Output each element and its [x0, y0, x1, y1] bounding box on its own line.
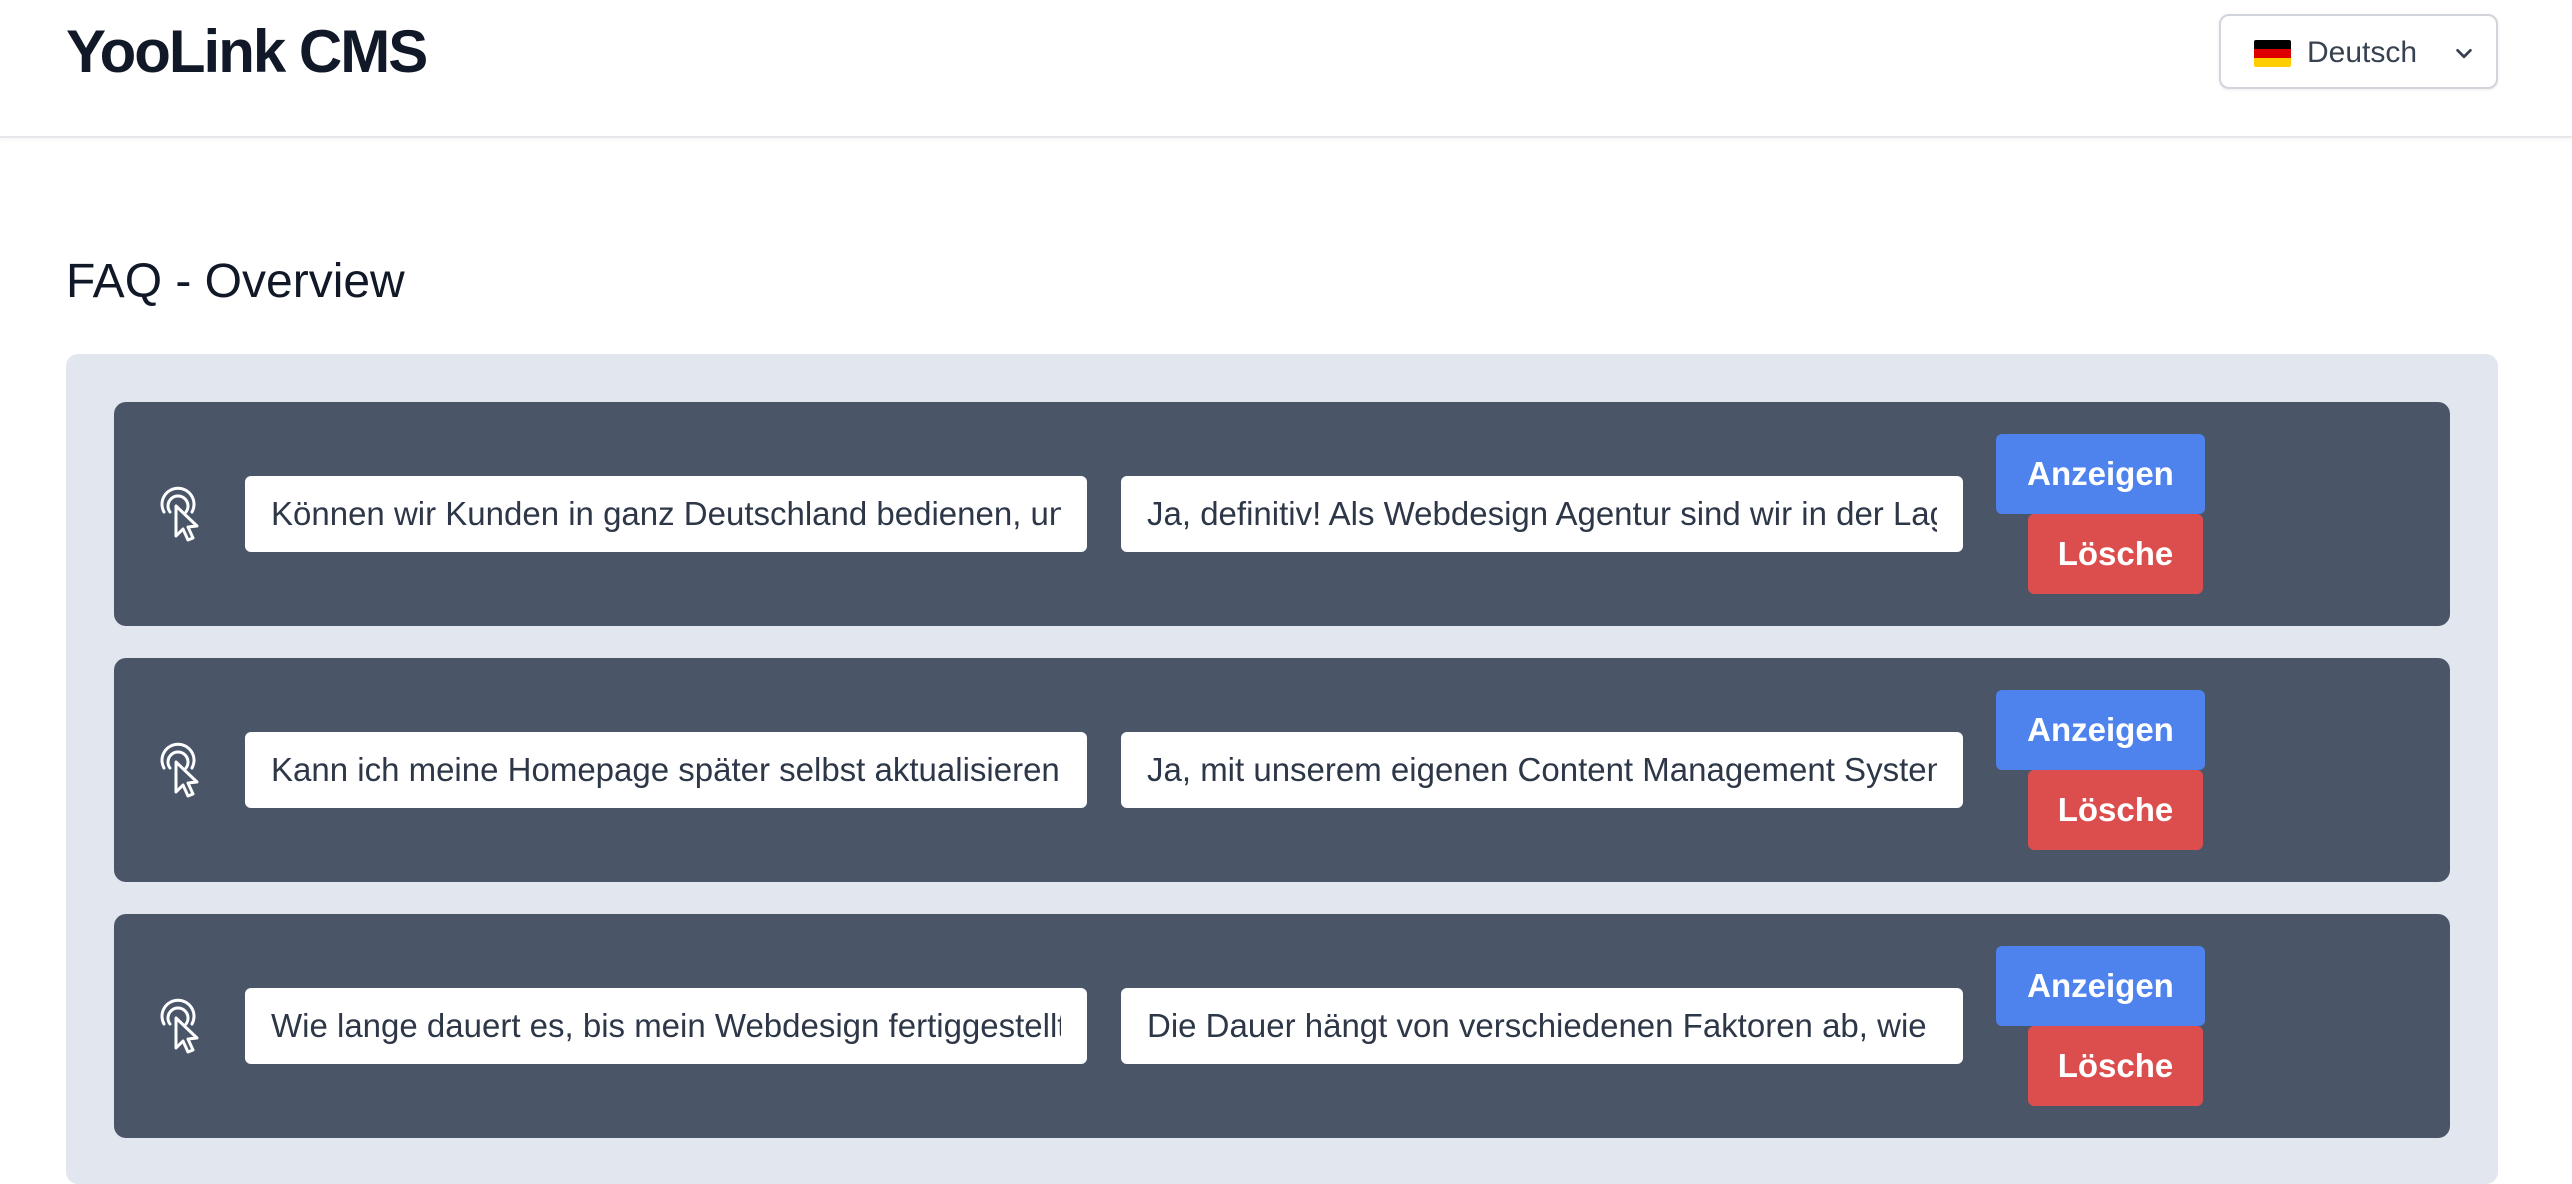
chevron-down-icon: [2456, 48, 2472, 59]
faq-question-input[interactable]: [245, 732, 1087, 808]
faq-question-input[interactable]: [245, 476, 1087, 552]
show-button[interactable]: Anzeigen: [1996, 946, 2205, 1026]
show-button[interactable]: Anzeigen: [1996, 690, 2205, 770]
pointer-click-icon[interactable]: [154, 998, 210, 1054]
top-bar: YooLink CMS Deutsch: [0, 0, 2572, 138]
delete-button[interactable]: Lösche: [2028, 1026, 2203, 1106]
faq-answer-input[interactable]: [1121, 732, 1963, 808]
faq-answer-input[interactable]: [1121, 476, 1963, 552]
faq-question-input[interactable]: [245, 988, 1087, 1064]
de-flag-icon: [2254, 40, 2291, 67]
page-title: FAQ - Overview: [66, 255, 405, 308]
show-button[interactable]: Anzeigen: [1996, 434, 2205, 514]
delete-button[interactable]: Lösche: [2028, 514, 2203, 594]
pointer-click-icon[interactable]: [154, 742, 210, 798]
faq-answer-input[interactable]: [1121, 988, 1963, 1064]
delete-button[interactable]: Lösche: [2028, 770, 2203, 850]
language-label: Deutsch: [2307, 36, 2418, 69]
faq-list: Anzeigen Lösche Anzeigen Lösche Anzeigen…: [66, 354, 2498, 1184]
faq-row: Anzeigen Lösche: [114, 658, 2450, 882]
language-select[interactable]: Deutsch: [2219, 14, 2498, 89]
brand-logo[interactable]: YooLink CMS: [66, 16, 428, 88]
faq-row: Anzeigen Lösche: [114, 914, 2450, 1138]
faq-row: Anzeigen Lösche: [114, 402, 2450, 626]
pointer-click-icon[interactable]: [154, 486, 210, 542]
